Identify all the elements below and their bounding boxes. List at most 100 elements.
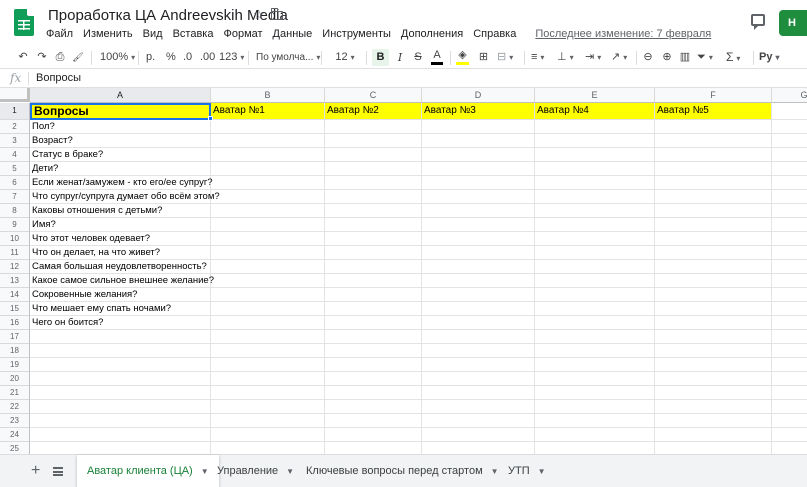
grid-cell[interactable] (772, 190, 807, 204)
grid-cell[interactable] (655, 204, 772, 218)
grid-cell[interactable] (772, 400, 807, 414)
sheet-tab-management[interactable]: Управление ▼ (207, 455, 304, 487)
grid-cell[interactable] (325, 134, 422, 148)
grid-cell[interactable] (422, 442, 535, 454)
grid-cell[interactable] (211, 218, 325, 232)
grid-cell[interactable] (772, 218, 807, 232)
menu-help[interactable]: Справка (468, 27, 521, 41)
grid-cell[interactable] (211, 330, 325, 344)
select-all-corner[interactable] (0, 88, 30, 102)
row-header[interactable]: 22 (0, 400, 30, 414)
horizontal-align-icon[interactable]: ≡ (531, 49, 544, 66)
functions-icon[interactable]: Σ (726, 49, 740, 66)
menu-tools[interactable]: Инструменты (317, 27, 396, 41)
grid-cell[interactable] (211, 372, 325, 386)
grid-cell[interactable] (325, 442, 422, 454)
grid-cell[interactable] (325, 190, 422, 204)
grid-cell[interactable] (422, 120, 535, 134)
grid-cell[interactable] (211, 148, 325, 162)
grid-cell[interactable] (211, 400, 325, 414)
grid-cell[interactable] (422, 358, 535, 372)
question-cell[interactable]: Самая большая неудовлетворенность? (30, 260, 211, 274)
grid-cell[interactable] (325, 386, 422, 400)
share-button[interactable]: Н (779, 10, 807, 36)
row-header[interactable]: 24 (0, 428, 30, 442)
grid-cell[interactable] (30, 386, 211, 400)
question-cell[interactable]: Что мешает ему спать ночами? (30, 302, 211, 316)
grid-cell[interactable] (30, 400, 211, 414)
grid-cell[interactable] (422, 134, 535, 148)
grid-cell[interactable] (535, 386, 655, 400)
grid-cell[interactable] (535, 400, 655, 414)
currency-format-button[interactable]: р. (146, 49, 155, 66)
grid-cell[interactable] (422, 190, 535, 204)
header-cell[interactable]: Аватар №4 (535, 103, 655, 120)
grid-cell[interactable] (30, 344, 211, 358)
row-header[interactable]: 3 (0, 134, 30, 148)
menu-view[interactable]: Вид (138, 27, 168, 41)
question-cell[interactable]: Каковы отношения с детьми? (30, 204, 211, 218)
sheet-tab-key-questions[interactable]: Ключевые вопросы перед стартом ▼ (296, 455, 509, 487)
grid-cell[interactable] (655, 274, 772, 288)
row-header[interactable]: 5 (0, 162, 30, 176)
chevron-down-icon[interactable]: ▼ (286, 467, 294, 476)
header-cell[interactable]: Аватар №5 (655, 103, 772, 120)
grid-cell[interactable] (211, 414, 325, 428)
grid-cell[interactable] (211, 386, 325, 400)
grid-cell[interactable] (422, 218, 535, 232)
grid-cell[interactable] (655, 120, 772, 134)
grid-cell[interactable] (535, 442, 655, 454)
star-icon[interactable]: ☆ (253, 7, 265, 23)
grid-cell[interactable] (655, 148, 772, 162)
insert-link-icon[interactable]: ⊖ (641, 49, 655, 66)
row-header[interactable]: 7 (0, 190, 30, 204)
menu-addons[interactable]: Дополнения (396, 27, 468, 41)
grid-cell[interactable] (772, 176, 807, 190)
grid-cell[interactable] (535, 134, 655, 148)
grid-cell[interactable] (655, 302, 772, 316)
grid-cell[interactable] (211, 260, 325, 274)
grid-cell[interactable] (422, 372, 535, 386)
grid-cell[interactable] (422, 162, 535, 176)
all-sheets-icon[interactable] (53, 467, 63, 476)
add-sheet-icon[interactable]: + (31, 463, 40, 479)
vertical-align-icon[interactable]: ⊥ (557, 49, 574, 66)
font-size-select[interactable]: 12 (330, 49, 360, 66)
more-formats-select[interactable]: 123 (219, 49, 244, 66)
grid-cell[interactable] (772, 414, 807, 428)
grid-cell[interactable] (655, 428, 772, 442)
row-header[interactable]: 20 (0, 372, 30, 386)
grid-cell[interactable] (772, 386, 807, 400)
grid-cell[interactable] (535, 232, 655, 246)
grid-cell[interactable] (772, 358, 807, 372)
grid-cell[interactable] (535, 218, 655, 232)
document-title[interactable]: Проработка ЦА Andreevskih Media (48, 7, 288, 24)
grid-cell[interactable] (422, 176, 535, 190)
grid-cell[interactable] (772, 204, 807, 218)
chevron-down-icon[interactable]: ▼ (538, 467, 546, 476)
question-cell[interactable]: Что он делает, на что живет? (30, 246, 211, 260)
menu-file[interactable]: Файл (41, 27, 78, 41)
header-cell-questions[interactable]: Вопросы (30, 103, 211, 120)
grid-cell[interactable] (325, 302, 422, 316)
question-cell[interactable]: Сокровенные желания? (30, 288, 211, 302)
grid-cell[interactable] (655, 260, 772, 274)
grid-cell[interactable] (30, 414, 211, 428)
grid-cell[interactable] (535, 358, 655, 372)
grid-cell[interactable] (211, 120, 325, 134)
grid-cell[interactable] (422, 316, 535, 330)
row-header[interactable]: 21 (0, 386, 30, 400)
grid-cell[interactable] (422, 400, 535, 414)
grid-cell[interactable] (772, 316, 807, 330)
question-cell[interactable]: Статус в браке? (30, 148, 211, 162)
font-family-select[interactable]: По умолча... (256, 49, 320, 66)
grid-cell[interactable] (772, 288, 807, 302)
fill-color-icon[interactable]: ◈ (456, 49, 469, 65)
grid-cell[interactable] (422, 330, 535, 344)
grid-cell[interactable] (325, 148, 422, 162)
question-cell[interactable]: Возраст? (30, 134, 211, 148)
row-header[interactable]: 11 (0, 246, 30, 260)
grid-cell[interactable] (325, 428, 422, 442)
grid-cell[interactable] (211, 162, 325, 176)
input-tools-select[interactable]: Ру (759, 49, 779, 66)
